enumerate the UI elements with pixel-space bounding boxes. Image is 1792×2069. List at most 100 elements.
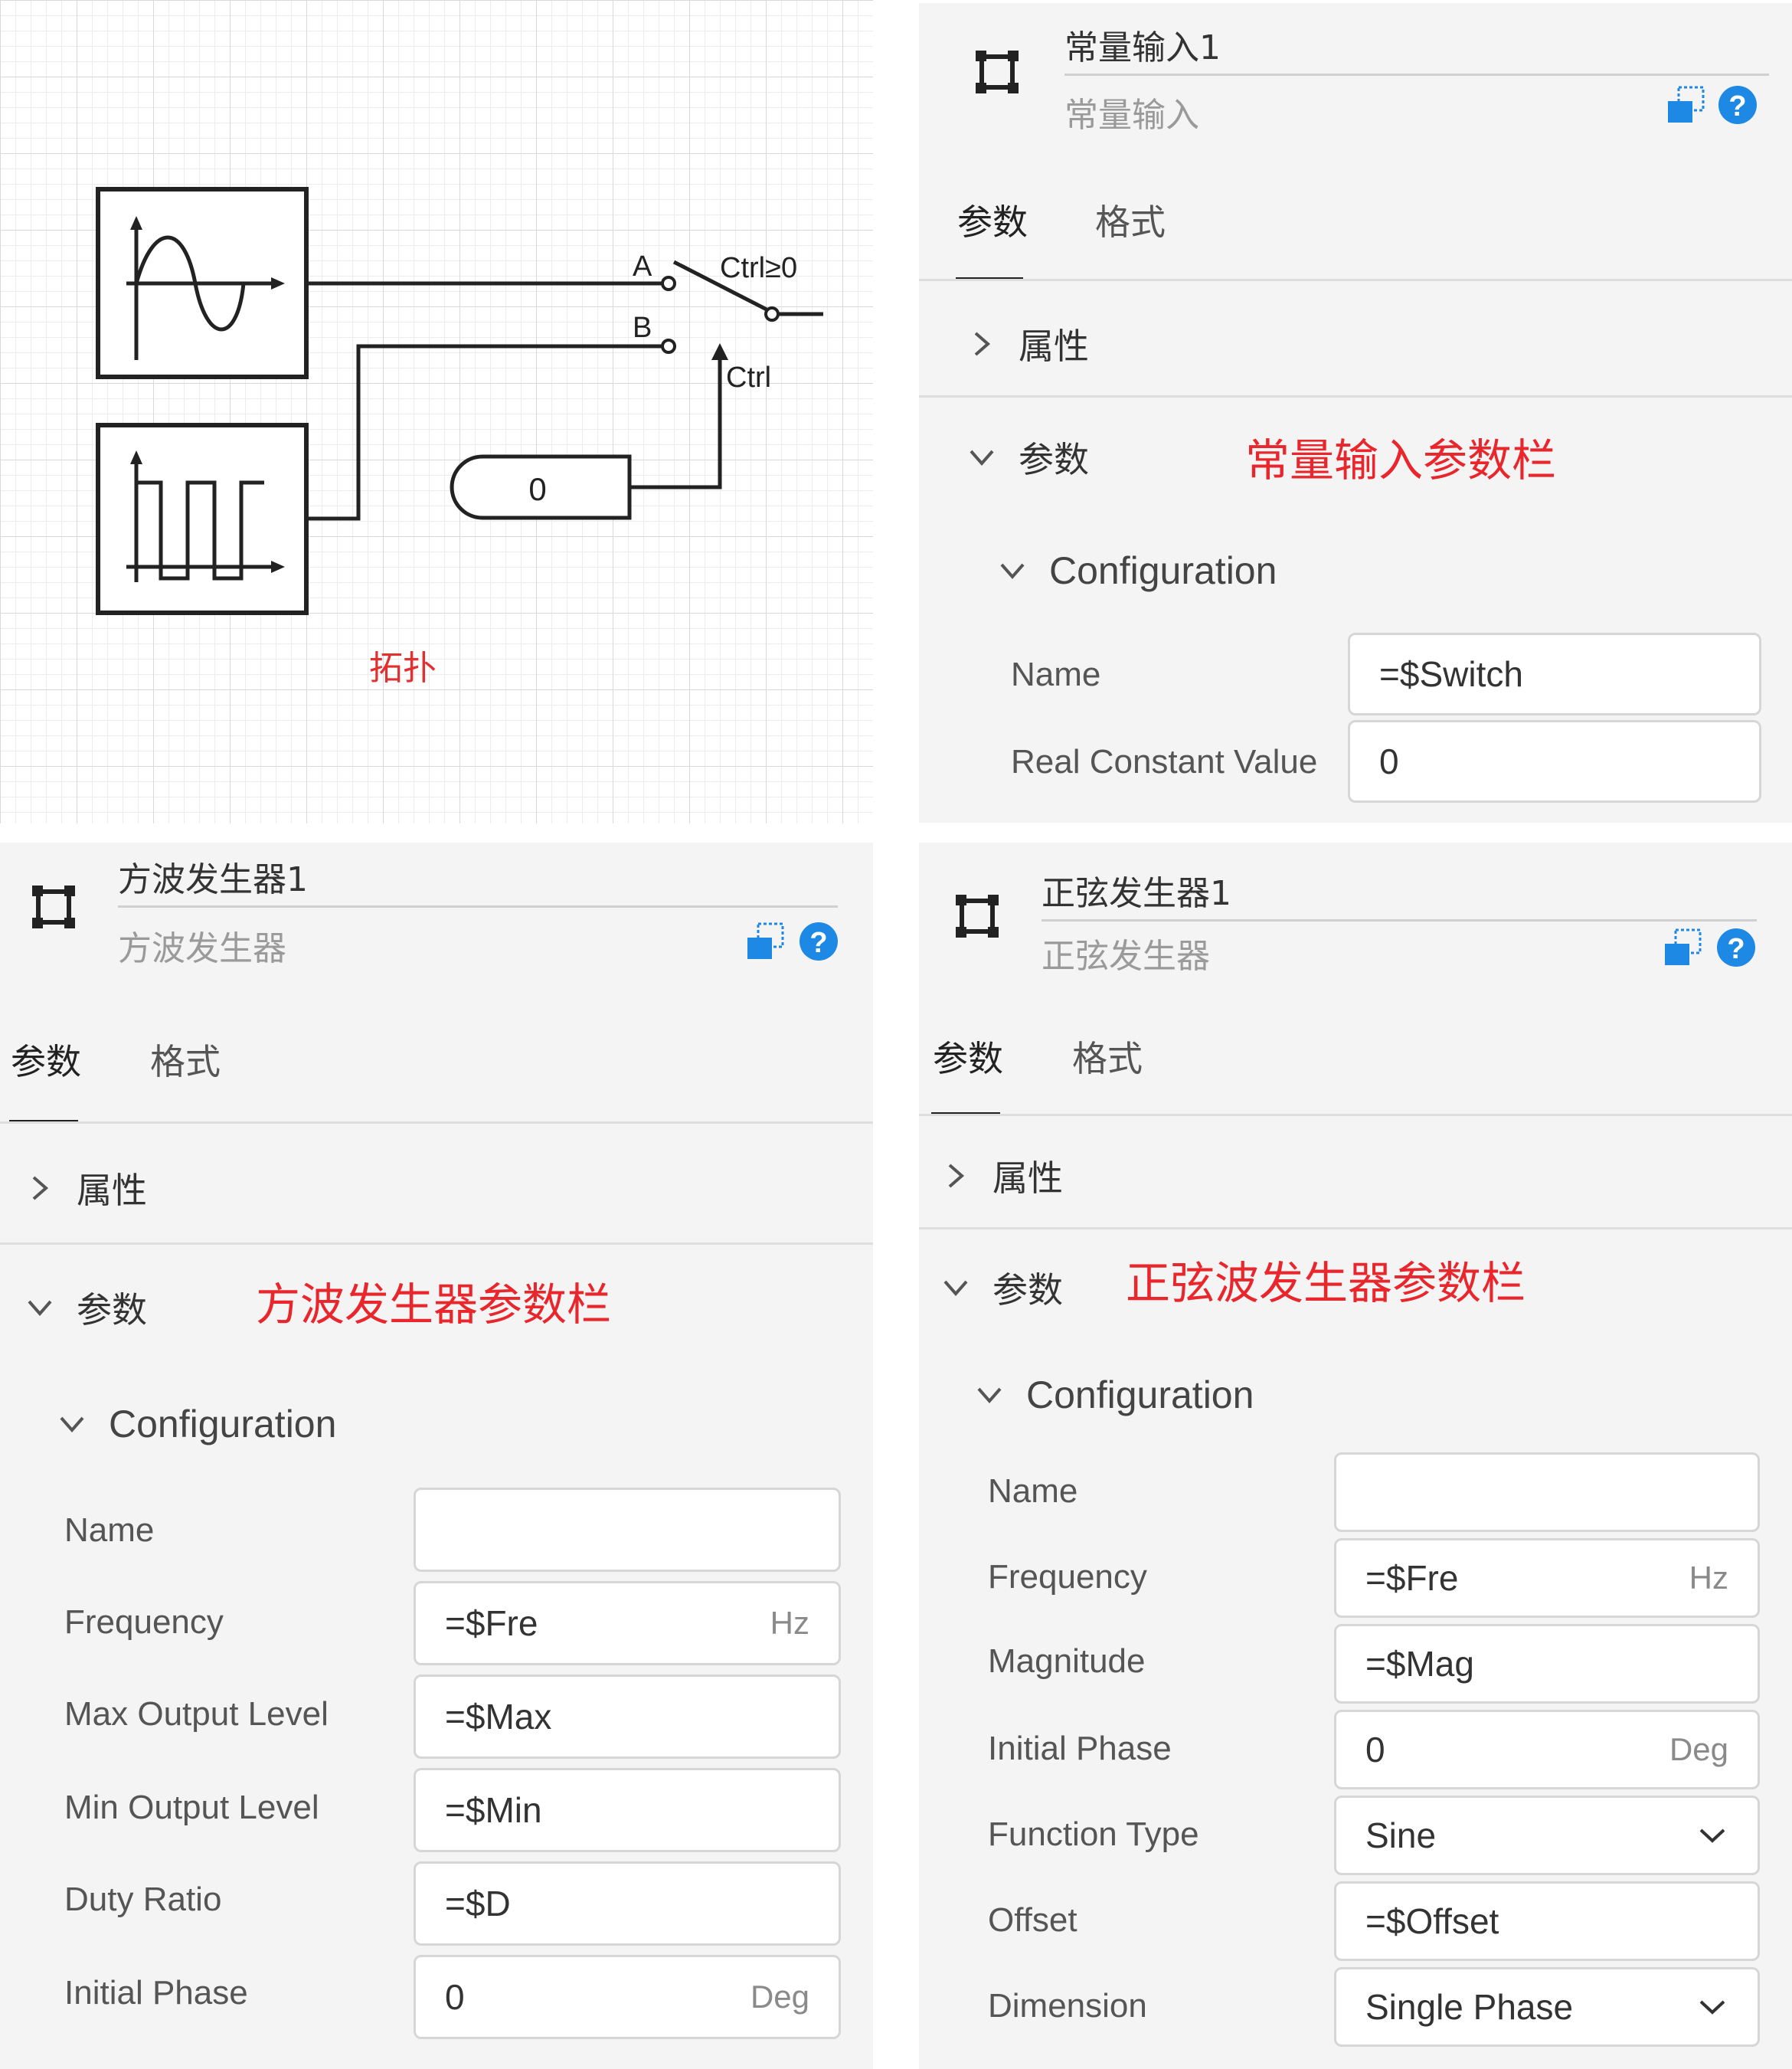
config-group-label: Configuration xyxy=(1049,549,1277,592)
chevron-down-icon xyxy=(943,1280,968,1297)
help-icon[interactable]: ? xyxy=(1715,927,1757,968)
square-generator-panel: 方波发生器1 方波发生器 ? 参数 格式 属性 参数 方波发生器参数栏 Conf… xyxy=(0,843,873,2069)
section-params-label: 参数 xyxy=(1019,439,1089,480)
section-properties[interactable]: 属性 xyxy=(939,1151,1063,1201)
section-params[interactable]: 参数 xyxy=(965,432,1089,483)
chevron-down-icon xyxy=(970,450,994,467)
field-value: =$Min xyxy=(445,1790,542,1830)
field-value: =$Max xyxy=(445,1697,552,1737)
section-params[interactable]: 参数 xyxy=(23,1282,147,1333)
frequency-field[interactable]: =$Fre Hz xyxy=(1334,1538,1760,1618)
field-value: =$D xyxy=(445,1884,511,1923)
tab-params[interactable]: 参数 xyxy=(11,1034,81,1085)
tab-format[interactable]: 格式 xyxy=(1095,195,1166,245)
copy-icon[interactable] xyxy=(744,921,786,962)
config-group[interactable]: Configuration xyxy=(996,548,1277,593)
switch-condition-label: Ctrl≥0 xyxy=(720,252,797,284)
tab-divider xyxy=(0,1121,873,1124)
section-properties[interactable]: 属性 xyxy=(965,319,1089,369)
section-properties-label: 属性 xyxy=(992,1157,1063,1199)
field-value: =$Fre xyxy=(1365,1558,1459,1598)
param-label: Max Output Level xyxy=(64,1695,329,1733)
help-icon[interactable]: ? xyxy=(798,921,839,962)
component-icon xyxy=(956,895,999,938)
component-title-input[interactable]: 常量输入1 xyxy=(1064,20,1769,76)
panel-annotation: 方波发生器参数栏 xyxy=(256,1278,612,1331)
offset-field[interactable]: =$Offset xyxy=(1334,1881,1760,1961)
config-group-label: Configuration xyxy=(1026,1373,1254,1416)
section-properties[interactable]: 属性 xyxy=(23,1163,147,1213)
config-group-label: Configuration xyxy=(109,1403,337,1445)
param-label: Duty Ratio xyxy=(64,1881,222,1918)
chevron-down-icon xyxy=(977,1387,1002,1404)
section-params-label: 参数 xyxy=(992,1269,1063,1311)
dimension-select[interactable]: Single Phase xyxy=(1334,1967,1760,2047)
svg-text:?: ? xyxy=(1728,90,1746,123)
chevron-right-icon xyxy=(948,1164,965,1188)
help-icon[interactable]: ? xyxy=(1717,84,1758,126)
constant-value-field[interactable]: 0 xyxy=(1348,720,1761,803)
field-value: =$Mag xyxy=(1365,1644,1474,1684)
component-title-input[interactable]: 正弦发生器1 xyxy=(1042,866,1757,922)
chevron-down-icon xyxy=(1699,2000,1725,2015)
chevron-down-icon xyxy=(1000,563,1025,580)
copy-icon[interactable] xyxy=(1665,84,1706,126)
copy-icon[interactable] xyxy=(1662,927,1703,968)
tab-params[interactable]: 参数 xyxy=(933,1031,1003,1082)
frequency-field[interactable]: =$Fre Hz xyxy=(414,1581,841,1665)
field-value: Sine xyxy=(1365,1815,1437,1855)
tab-divider xyxy=(919,279,1792,281)
param-label: Name xyxy=(988,1472,1078,1510)
section-properties-label: 属性 xyxy=(77,1170,147,1211)
chevron-down-icon xyxy=(28,1300,52,1317)
initial-phase-field[interactable]: 0 Deg xyxy=(1334,1710,1760,1789)
section-properties-label: 属性 xyxy=(1019,326,1089,367)
tab-format[interactable]: 格式 xyxy=(150,1034,221,1085)
param-label: Name xyxy=(1011,656,1101,693)
config-group[interactable]: Configuration xyxy=(55,1402,336,1446)
field-value: =$Offset xyxy=(1365,1901,1499,1941)
field-value: =$Fre xyxy=(445,1603,538,1643)
topology-canvas[interactable]: A B Ctrl≥0 Ctrl 0 拓扑 xyxy=(0,0,873,823)
svg-text:?: ? xyxy=(809,927,827,959)
field-value: 0 xyxy=(1365,1730,1385,1769)
switch-ctrl-label: Ctrl xyxy=(726,362,771,394)
component-type-label: 方波发生器 xyxy=(118,929,286,968)
panel-annotation: 正弦波发生器参数栏 xyxy=(1126,1257,1526,1309)
chevron-right-icon xyxy=(32,1176,49,1200)
initial-phase-field[interactable]: 0 Deg xyxy=(414,1955,841,2039)
param-label: Initial Phase xyxy=(988,1730,1172,1767)
param-label: Dimension xyxy=(988,1987,1147,2025)
section-divider xyxy=(919,395,1792,398)
tab-params[interactable]: 参数 xyxy=(957,195,1028,245)
switch-label-a: A xyxy=(633,250,652,283)
name-field[interactable] xyxy=(1334,1452,1760,1532)
constant-value-label: 0 xyxy=(528,471,546,507)
const-input-panel: 常量输入1 常量输入 ? 参数 格式 属性 参数 常量输入参数栏 Configu… xyxy=(919,3,1792,823)
name-field[interactable]: =$Switch xyxy=(1348,633,1761,715)
component-title-input[interactable]: 方波发生器1 xyxy=(118,852,838,908)
chevron-down-icon xyxy=(60,1416,84,1433)
param-label: Name xyxy=(64,1511,155,1549)
param-label: Frequency xyxy=(988,1558,1147,1596)
tab-format[interactable]: 格式 xyxy=(1072,1031,1143,1082)
section-params-label: 参数 xyxy=(77,1289,147,1331)
svg-text:?: ? xyxy=(1727,933,1745,965)
param-label: Initial Phase xyxy=(64,1974,248,2012)
tab-divider xyxy=(919,1114,1792,1116)
topology-diagram: A B Ctrl≥0 Ctrl 0 xyxy=(96,187,823,615)
magnitude-field[interactable]: =$Mag xyxy=(1334,1624,1760,1704)
duty-ratio-field[interactable]: =$D xyxy=(414,1861,841,1946)
square-generator-block[interactable] xyxy=(96,423,309,615)
config-group[interactable]: Configuration xyxy=(973,1373,1254,1417)
function-type-select[interactable]: Sine xyxy=(1334,1796,1760,1875)
max-output-field[interactable]: =$Max xyxy=(414,1675,841,1759)
switch-label-b: B xyxy=(633,312,652,344)
section-params[interactable]: 参数 xyxy=(939,1262,1063,1313)
section-divider xyxy=(0,1242,873,1245)
name-field[interactable] xyxy=(414,1488,841,1572)
min-output-field[interactable]: =$Min xyxy=(414,1768,841,1852)
param-label: Function Type xyxy=(988,1815,1199,1853)
sine-generator-block[interactable] xyxy=(96,187,309,379)
chevron-right-icon xyxy=(974,332,991,356)
